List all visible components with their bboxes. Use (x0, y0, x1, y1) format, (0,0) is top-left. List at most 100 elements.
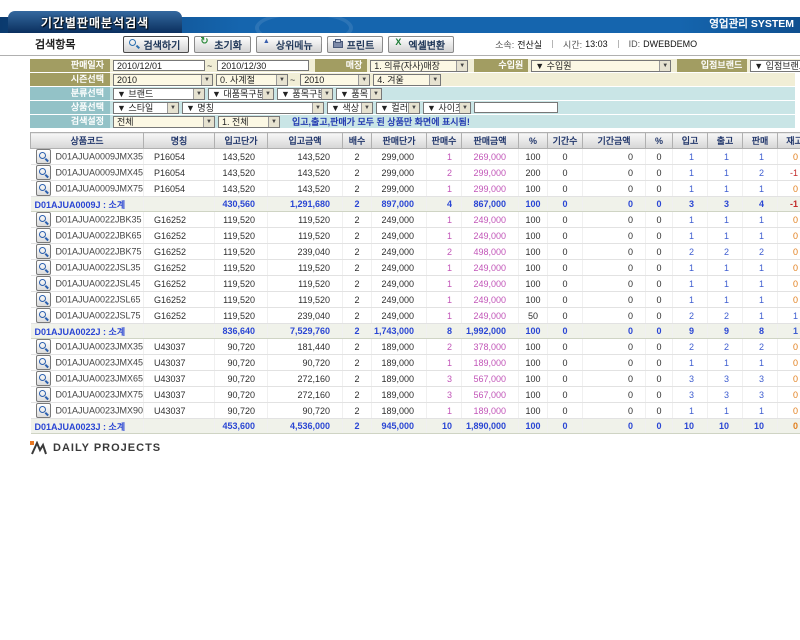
style-select[interactable]: ▼ 스타일 ▼ (113, 102, 179, 114)
cell: 0 (583, 355, 646, 371)
magnifier-icon[interactable] (36, 292, 51, 307)
magnifier-icon[interactable] (36, 181, 51, 196)
column-header: 입고 (673, 133, 708, 149)
button-label: 프린트 (347, 37, 375, 52)
print-button[interactable]: 프린트 (327, 36, 384, 53)
cell: 8 (743, 324, 778, 339)
search-setting-select-2[interactable]: 1. 전체 ▼ (218, 116, 280, 128)
magnifier-icon[interactable] (36, 387, 51, 402)
season-label: 시즌선택 (30, 73, 110, 86)
cell: 2 (343, 292, 372, 308)
system-title: 영업관리 SYSTEM (709, 16, 794, 31)
magnifier-icon[interactable] (36, 339, 51, 354)
season-to-select[interactable]: 4. 겨울 ▼ (373, 74, 441, 86)
cell: 249,000 (462, 228, 519, 244)
cell: 3 (427, 387, 462, 403)
cell: 0 (778, 212, 800, 228)
cell: 2 (708, 339, 743, 355)
product-code-cell: D01AJUA0022JSL45 (31, 276, 144, 292)
button-label: 초기화 (214, 37, 242, 52)
cell: 90,720 (215, 355, 268, 371)
product-code: D01AJUA0009JMX35 (56, 152, 144, 162)
magnifier-icon[interactable] (36, 308, 51, 323)
cell: 0 (778, 355, 800, 371)
cell: 100 (519, 419, 548, 434)
excel-button[interactable]: 엑셀변환 (388, 36, 454, 53)
magnifier-icon[interactable] (36, 165, 51, 180)
cell: 299,000 (462, 165, 519, 181)
brand-select[interactable]: ▼ 브랜드 ▼ (113, 88, 205, 100)
color-name-select[interactable]: ▼ 색상 ▼ (327, 102, 373, 114)
cell: 10 (743, 419, 778, 434)
magnifier-icon[interactable] (36, 276, 51, 291)
column-header: 출고 (708, 133, 743, 149)
cell: 1 (743, 149, 778, 165)
session-info: 소속:전산실시간:13:03ID:DWEBDEMO (495, 38, 697, 51)
cell: 0 (778, 419, 800, 434)
sale-date-to-input[interactable] (217, 60, 309, 71)
brand-in-store-select[interactable]: ▼ 입점브랜드 ▼ (750, 60, 800, 72)
column-header: 기간금액 (583, 133, 646, 149)
color-select[interactable]: ▼ 컬러 ▼ (376, 102, 420, 114)
product-search-input[interactable] (474, 102, 558, 113)
season-year-to-select[interactable]: 2010 ▼ (300, 74, 370, 86)
cell: 453,600 (215, 419, 268, 434)
season-year-from-select[interactable]: 2010 ▼ (113, 74, 213, 86)
item-select[interactable]: ▼ 품목 ▼ (336, 88, 382, 100)
cell: 0 (583, 292, 646, 308)
major-item-group-select[interactable]: ▼ 대품목구분 ▼ (208, 88, 274, 100)
cell: 249,000 (462, 260, 519, 276)
magnifier-icon[interactable] (36, 212, 51, 227)
cell: 2 (743, 244, 778, 260)
size-select[interactable]: ▼ 사이즈 ▼ (423, 102, 471, 114)
magnifier-icon[interactable] (36, 228, 51, 243)
dropdown-arrow-icon: ▼ (429, 75, 440, 85)
cell: 0 (583, 165, 646, 181)
store-select[interactable]: 1. 의류(자사)매장 ▼ (370, 60, 468, 72)
cell: 1,743,000 (372, 324, 427, 339)
cell: P16054 (144, 165, 215, 181)
cell: G16252 (144, 292, 215, 308)
cell: 249,000 (372, 228, 427, 244)
reset-button[interactable]: 초기화 (194, 36, 251, 53)
cell: 2 (343, 260, 372, 276)
magnifier-icon[interactable] (36, 403, 51, 418)
cell: 2 (708, 244, 743, 260)
cell: 2 (427, 339, 462, 355)
magnifier-icon[interactable] (36, 244, 51, 259)
season-from-select[interactable]: 0. 사계절 ▼ (216, 74, 288, 86)
product-code-cell: D01AJUA0009JMX35 (31, 149, 144, 165)
cell: 299,000 (372, 165, 427, 181)
cell: U43037 (144, 371, 215, 387)
cell: 2 (343, 197, 372, 212)
search-setting-select-1[interactable]: 전체 ▼ (113, 116, 215, 128)
info-label: 소속: (495, 38, 514, 51)
name-select[interactable]: ▼ 명칭 ▼ (182, 102, 324, 114)
magnifier-icon[interactable] (36, 260, 51, 275)
cell: 1 (778, 324, 800, 339)
sale-date-from-input[interactable] (113, 60, 205, 71)
column-header: 판매수 (427, 133, 462, 149)
subtotal-label: D01AJUA0022J : 소계 (31, 324, 144, 339)
importer-select[interactable]: ▼ 수입원 ▼ (531, 60, 671, 72)
magnifier-icon[interactable] (36, 149, 51, 164)
magnifier-icon[interactable] (36, 371, 51, 386)
cell: 0 (548, 371, 583, 387)
season-year-to-value: 2010 (301, 75, 358, 85)
cell: 119,520 (268, 276, 343, 292)
cell: G16252 (144, 212, 215, 228)
cell: U43037 (144, 355, 215, 371)
cell: 0 (548, 149, 583, 165)
magnifier-icon[interactable] (36, 355, 51, 370)
upper-menu-icon (262, 39, 272, 49)
cell: 1 (673, 212, 708, 228)
search-button[interactable]: 검색하기 (123, 36, 189, 53)
cell: 119,520 (268, 260, 343, 276)
cell: 0 (583, 371, 646, 387)
cell: 0 (646, 292, 673, 308)
cell: 100 (519, 212, 548, 228)
cell: 2 (743, 165, 778, 181)
product-code: D01AJUA0022JSL65 (56, 295, 141, 305)
item-group-select[interactable]: ▼ 품목구분 ▼ (277, 88, 333, 100)
brand-in-store-select-value: ▼ 입점브랜드 (751, 59, 800, 72)
